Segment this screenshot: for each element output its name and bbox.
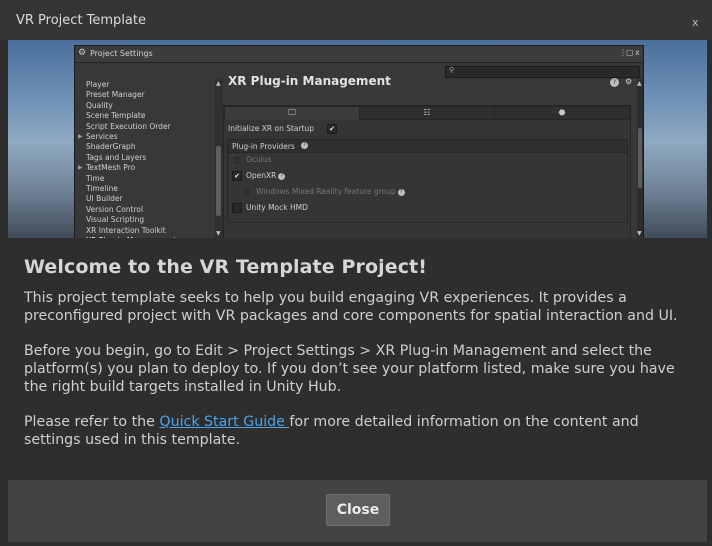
provider-help-icon: ? xyxy=(397,188,405,196)
window-title: VR Project Template xyxy=(16,13,146,28)
provider-checkbox xyxy=(232,203,242,213)
main-scroll-thumb xyxy=(638,128,642,188)
panel-close-icon: x xyxy=(635,48,640,57)
init-xr-label: Initialize XR on Startup xyxy=(228,124,315,133)
sidebar-item: Timeline xyxy=(86,184,118,193)
provider-checkbox: ✔ xyxy=(232,171,242,181)
sidebar-item: XR Interaction Toolkit xyxy=(86,225,166,235)
provider-label: Oculus xyxy=(246,155,272,164)
settings-main: XR Plug-in Management ? ⚙ 🖵 ☷ ⬣ Initialize… xyxy=(223,74,643,238)
sidebar-item: Player xyxy=(86,80,110,89)
xr-management-title: XR Plug-in Management xyxy=(228,74,391,88)
providers-label: Plug-in Providers xyxy=(232,142,295,151)
sidebar-item: Visual Scripting xyxy=(86,215,145,225)
scroll-up-icon: ▲ xyxy=(216,80,221,87)
provider-label: Unity Mock HMD xyxy=(246,203,308,212)
provider-label: Windows Mixed Reality feature group? xyxy=(256,187,405,196)
sidebar-item: Script Execution Order xyxy=(86,121,171,131)
xr-panel: 🖵 ☷ ⬣ Initialize XR on Startup ✔ Plug-in P… xyxy=(223,105,631,238)
close-button[interactable]: Close xyxy=(326,494,390,526)
provider-checkbox xyxy=(232,155,242,165)
platform-tabs: 🖵 ☷ ⬣ xyxy=(224,106,630,120)
sidebar-item: Time xyxy=(86,173,105,183)
init-xr-checkbox: ✔ xyxy=(327,124,337,134)
sidebar-scrollbar: ▲ ▼ xyxy=(215,78,223,238)
settings-gear-icon: ⚙ xyxy=(78,48,87,58)
search-icon: ⚲ xyxy=(449,66,455,74)
welcome-heading: Welcome to the VR Template Project! xyxy=(24,256,428,278)
guide-text-before: Please refer to the xyxy=(24,414,160,430)
quick-start-guide-link[interactable]: Quick Start Guide xyxy=(159,414,289,430)
title-bar: VR Project Template x xyxy=(0,0,712,40)
expand-arrow-icon: ▶ xyxy=(78,164,83,172)
sidebar-item: Preset Manager xyxy=(86,90,145,100)
dialog-footer: Close xyxy=(8,480,707,542)
expand-arrow-icon: ▶ xyxy=(78,133,83,140)
provider-help-icon: ? xyxy=(278,172,286,180)
panel-header: ⚙ Project Settings ⋮ ▢ x xyxy=(75,46,643,63)
help-icon: ? xyxy=(610,78,619,87)
providers-header: Plug-in Providers ? xyxy=(227,139,628,153)
setup-paragraph: Before you begin, go to Edit > Project S… xyxy=(24,343,675,395)
main-scroll-up-icon: ▲ xyxy=(637,80,642,87)
settings-search-input: ⚲ xyxy=(445,66,640,78)
sidebar-item: ShaderGraph xyxy=(86,142,136,152)
provider-label: OpenXR? xyxy=(246,171,286,180)
providers-help-icon: ? xyxy=(301,142,308,149)
maximize-icon: ▢ xyxy=(626,48,634,57)
provider-checkbox xyxy=(242,187,252,197)
providers-list: Oculus ✔ OpenXR? Windows Mixed Reality feat… xyxy=(227,152,628,223)
sidebar-item: Scene Template xyxy=(86,111,146,121)
window-close-icon[interactable]: x xyxy=(692,16,699,29)
scroll-down-icon: ▼ xyxy=(216,230,221,237)
settings-sidebar: Player Preset Manager Quality Scene Templat… xyxy=(75,78,215,238)
sidebar-item: Tags and Layers xyxy=(86,152,147,162)
main-scrollbar: ▲ ▼ xyxy=(637,78,643,238)
panel-title: Project Settings xyxy=(90,49,153,58)
content-area: Welcome to the VR Template Project! This… xyxy=(8,238,707,480)
options-gear-icon: ⚙ xyxy=(625,77,633,86)
desktop-icon: 🖵 xyxy=(224,106,360,120)
project-settings-screenshot: ⚙ Project Settings ⋮ ▢ x ⚲ Player Preset … xyxy=(8,40,707,238)
sidebar-item: Version Control xyxy=(86,204,144,214)
sidebar-item: Quality xyxy=(86,100,113,110)
main-scroll-down-icon: ▼ xyxy=(637,230,642,237)
sidebar-item: UI Builder xyxy=(86,194,123,204)
sidebar-item: TextMesh Pro xyxy=(86,163,136,173)
guide-paragraph: Please refer to the Quick Start Guide fo… xyxy=(24,413,694,449)
android-icon: ⬣ xyxy=(494,106,630,120)
sidebar-item: Services xyxy=(86,132,118,141)
intro-paragraph: This project template seeks to help you … xyxy=(24,290,678,324)
dialog-window: VR Project Template x ⚙ Project Settings… xyxy=(0,0,712,546)
standalone-icon: ☷ xyxy=(359,106,495,120)
project-settings-panel: ⚙ Project Settings ⋮ ▢ x ⚲ Player Preset … xyxy=(74,45,644,238)
sidebar-scroll-thumb xyxy=(216,146,221,216)
